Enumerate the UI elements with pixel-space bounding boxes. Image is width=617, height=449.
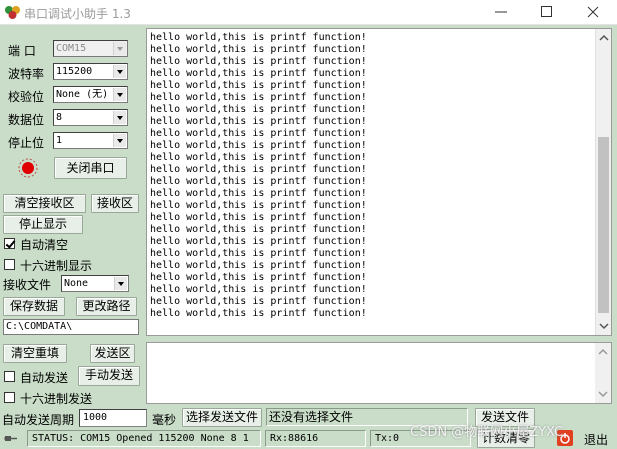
chevron-down-icon	[113, 88, 126, 101]
receive-line: hello world,this is printf function!	[150, 296, 367, 307]
app-window: 串口调试小助手 1.3 端 口 COM15 波特率 115200 校验位 Non…	[0, 0, 617, 449]
maximize-button[interactable]	[524, 0, 570, 24]
parity-select[interactable]: None (无)	[53, 86, 128, 103]
baud-label: 波特率	[8, 67, 45, 81]
send-scrollbar[interactable]	[595, 343, 611, 403]
receive-line: hello world,this is printf function!	[150, 80, 367, 91]
databits-label: 数据位	[8, 113, 45, 127]
hex-send-checkbox[interactable]	[4, 392, 15, 403]
port-value: COM15	[56, 43, 87, 54]
clear-send-button[interactable]: 清空重填	[3, 344, 67, 363]
ms-label: 毫秒	[152, 413, 177, 427]
receive-line: hello world,this is printf function!	[150, 164, 367, 175]
baud-select[interactable]: 115200	[53, 63, 128, 80]
stopbits-select[interactable]: 1	[53, 132, 128, 149]
chevron-down-icon	[113, 65, 126, 78]
hex-display-checkbox[interactable]	[4, 259, 15, 270]
hex-display-label: 十六进制显示	[20, 259, 93, 273]
rx-counter: Rx:88616	[265, 430, 366, 447]
parity-label: 校验位	[8, 90, 45, 104]
receive-scrollbar[interactable]	[595, 29, 611, 335]
stopbits-value: 1	[56, 135, 63, 146]
receive-line: hello world,this is printf function!	[150, 260, 367, 271]
close-icon	[587, 6, 599, 18]
minimize-button[interactable]	[478, 0, 524, 24]
app-icon	[5, 6, 20, 19]
scroll-thumb[interactable]	[598, 137, 609, 313]
receive-textarea[interactable]: hello world,this is printf function! hell…	[146, 28, 612, 336]
chevron-down-icon	[113, 42, 126, 55]
auto-clear-label: 自动清空	[20, 238, 69, 252]
scroll-up-icon[interactable]	[596, 31, 612, 45]
toggle-port-button[interactable]: 关闭串口	[54, 157, 127, 179]
baud-value: 115200	[56, 66, 93, 77]
receive-file-select[interactable]: None	[61, 275, 129, 292]
stop-display-button[interactable]: 停止显示	[3, 215, 83, 234]
receive-line: hello world,this is printf function!	[150, 104, 367, 115]
chevron-down-icon	[114, 277, 127, 290]
receive-line: hello world,this is printf function!	[150, 68, 367, 79]
save-data-button[interactable]: 保存数据	[3, 297, 65, 316]
chevron-down-icon	[113, 111, 126, 124]
send-textarea[interactable]	[146, 342, 612, 404]
receive-line: hello world,this is printf function!	[150, 284, 367, 295]
scroll-down-icon[interactable]	[596, 319, 612, 333]
auto-clear-checkbox[interactable]	[4, 238, 15, 249]
receive-text: hello world,this is printf function! hell…	[150, 32, 367, 320]
minimize-icon	[495, 11, 507, 13]
receive-line: hello world,this is printf function!	[150, 44, 367, 55]
period-label: 自动发送周期	[2, 413, 75, 427]
change-path-button[interactable]: 更改路径	[76, 297, 137, 316]
receive-line: hello world,this is printf function!	[150, 92, 367, 103]
exit-label[interactable]: 退出	[584, 431, 608, 448]
send-area-button[interactable]: 发送区	[90, 344, 135, 363]
plug-icon	[4, 436, 17, 441]
receive-line: hello world,this is printf function!	[150, 188, 367, 199]
port-select[interactable]: COM15	[53, 40, 128, 57]
manual-send-button[interactable]: 手动发送	[78, 366, 140, 386]
scroll-down-icon[interactable]	[595, 387, 611, 401]
hex-send-label: 十六进制发送	[20, 392, 93, 406]
receive-line: hello world,this is printf function!	[150, 272, 367, 283]
period-input[interactable]: 1000	[79, 409, 147, 427]
window-title: 串口调试小助手 1.3	[24, 7, 131, 21]
receive-line: hello world,this is printf function!	[150, 308, 367, 319]
auto-send-label: 自动发送	[20, 371, 69, 385]
receive-line: hello world,this is printf function!	[150, 116, 367, 127]
receive-line: hello world,this is printf function!	[150, 56, 367, 67]
parity-value: None (无)	[56, 89, 109, 100]
save-path-field[interactable]: C:\COMDATA\	[3, 319, 139, 335]
receive-line: hello world,this is printf function!	[150, 224, 367, 235]
receive-line: hello world,this is printf function!	[150, 140, 367, 151]
databits-select[interactable]: 8	[53, 109, 128, 126]
port-status-indicator-icon	[18, 158, 38, 178]
receive-line: hello world,this is printf function!	[150, 176, 367, 187]
receive-line: hello world,this is printf function!	[150, 152, 367, 163]
receive-line: hello world,this is printf function!	[150, 236, 367, 247]
scroll-up-icon[interactable]	[595, 345, 611, 359]
close-button[interactable]	[570, 0, 616, 24]
receive-area-button[interactable]: 接收区	[91, 194, 139, 213]
clear-receive-button[interactable]: 清空接收区	[3, 194, 86, 213]
watermark: CSDN @物联网小屋ZYXC	[410, 425, 564, 440]
receive-line: hello world,this is printf function!	[150, 212, 367, 223]
receive-line: hello world,this is printf function!	[150, 128, 367, 139]
status-text: STATUS: COM15 Opened 115200 None 8 1	[27, 430, 261, 447]
receive-line: hello world,this is printf function!	[150, 248, 367, 259]
maximize-icon	[541, 6, 552, 17]
receive-file-label: 接收文件	[3, 278, 52, 292]
auto-send-checkbox[interactable]	[4, 371, 15, 382]
stopbits-label: 停止位	[8, 136, 45, 150]
databits-value: 8	[56, 112, 63, 123]
select-send-file-button[interactable]: 选择发送文件	[182, 408, 262, 427]
title-bar[interactable]: 串口调试小助手 1.3	[0, 0, 617, 25]
port-label: 端 口	[8, 44, 36, 58]
receive-file-value: None	[64, 278, 89, 289]
receive-line: hello world,this is printf function!	[150, 200, 367, 211]
chevron-down-icon	[113, 134, 126, 147]
receive-line: hello world,this is printf function!	[150, 32, 367, 43]
